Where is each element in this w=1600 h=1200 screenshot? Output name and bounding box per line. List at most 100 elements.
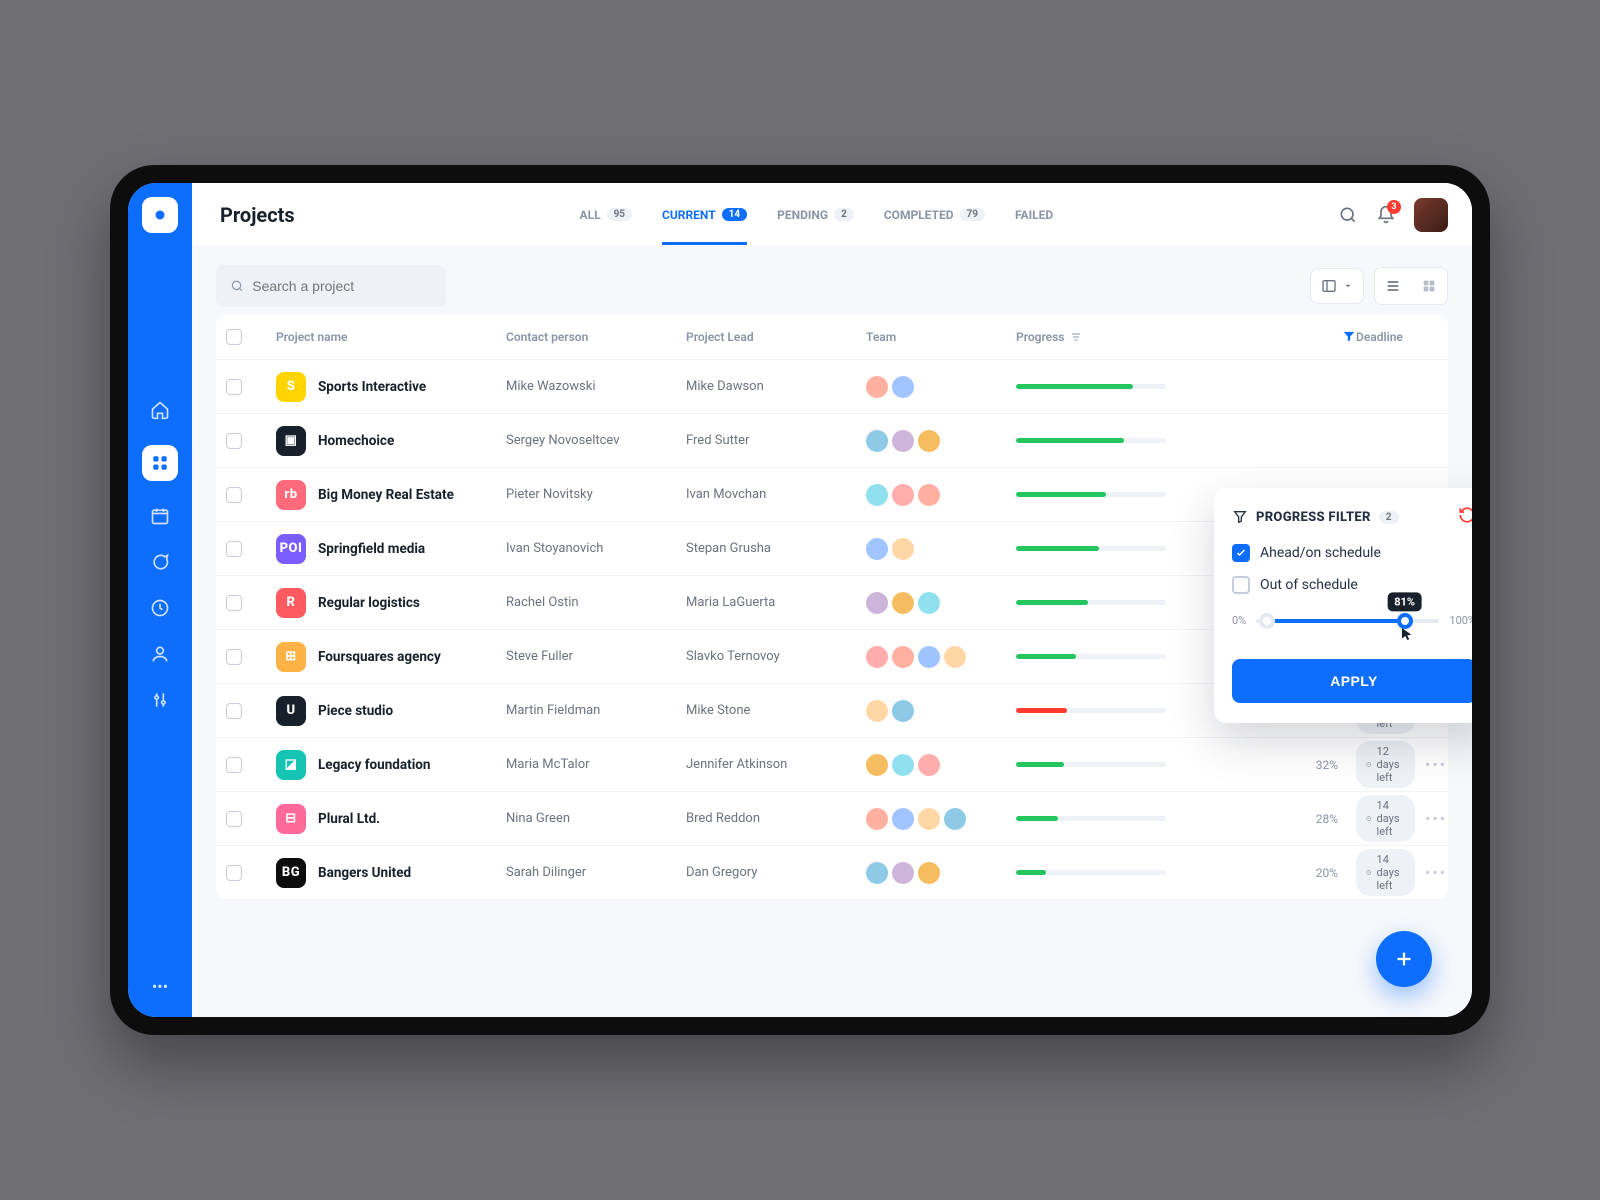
project-name: Springfield media bbox=[318, 541, 425, 557]
deadline-cell: 14 days left ••• bbox=[1356, 849, 1447, 896]
team-avatar bbox=[918, 862, 940, 884]
filter-count-badge: 2 bbox=[1379, 511, 1399, 524]
slider-fill bbox=[1267, 619, 1404, 623]
row-checkbox[interactable] bbox=[226, 487, 242, 503]
progress-cell bbox=[1016, 870, 1236, 875]
tab-all[interactable]: ALL95 bbox=[580, 185, 633, 245]
grid-view-button[interactable] bbox=[1411, 268, 1447, 304]
row-more-icon[interactable]: ••• bbox=[1425, 809, 1447, 828]
columns-icon bbox=[1321, 278, 1337, 294]
project-lead: Bred Reddon bbox=[686, 811, 866, 826]
checkbox-unchecked-icon bbox=[1232, 576, 1250, 594]
row-checkbox[interactable] bbox=[226, 595, 242, 611]
team-avatar bbox=[892, 862, 914, 884]
team-avatars bbox=[866, 862, 1016, 884]
search-input[interactable] bbox=[252, 278, 432, 294]
project-icon: ◪ bbox=[276, 750, 306, 780]
team-avatar bbox=[866, 754, 888, 776]
deadline-chip: 14 days left bbox=[1356, 849, 1415, 896]
team-avatar bbox=[918, 646, 940, 668]
nav-chat-icon[interactable] bbox=[149, 551, 171, 573]
project-icon: rb bbox=[276, 480, 306, 510]
filter-option-ahead[interactable]: Ahead/on schedule bbox=[1232, 544, 1472, 562]
row-more-icon[interactable]: ••• bbox=[1425, 863, 1447, 882]
col-deadline[interactable]: Deadline bbox=[1356, 330, 1438, 344]
table-row[interactable]: SSports InteractiveMike WazowskiMike Daw… bbox=[216, 359, 1448, 413]
team-avatar bbox=[866, 862, 888, 884]
table-row[interactable]: ⊟Plural Ltd.Nina GreenBred Reddon28%14 d… bbox=[216, 791, 1448, 845]
table-row[interactable]: BGBangers UnitedSarah DilingerDan Gregor… bbox=[216, 845, 1448, 899]
nav-time-icon[interactable] bbox=[149, 597, 171, 619]
sidebar: ••• bbox=[128, 183, 192, 1017]
slider-thumb-low[interactable] bbox=[1259, 613, 1275, 629]
add-project-fab[interactable] bbox=[1376, 931, 1432, 987]
col-progress[interactable]: Progress bbox=[1016, 330, 1236, 344]
project-name: Piece studio bbox=[318, 703, 393, 719]
project-name: Plural Ltd. bbox=[318, 811, 380, 827]
tab-pending[interactable]: PENDING2 bbox=[777, 185, 854, 245]
row-checkbox[interactable] bbox=[226, 703, 242, 719]
apply-button[interactable]: APPLY bbox=[1232, 659, 1472, 703]
row-checkbox[interactable] bbox=[226, 649, 242, 665]
search-icon[interactable] bbox=[1338, 205, 1358, 225]
row-checkbox[interactable] bbox=[226, 757, 242, 773]
columns-button[interactable] bbox=[1310, 268, 1364, 304]
reset-filter-button[interactable] bbox=[1458, 506, 1472, 528]
col-team[interactable]: Team bbox=[866, 330, 1016, 344]
team-avatar bbox=[918, 430, 940, 452]
sort-icon bbox=[1070, 331, 1082, 343]
project-lead: Maria LaGuerta bbox=[686, 595, 866, 610]
progress-cell bbox=[1016, 600, 1236, 605]
nav-projects-icon[interactable] bbox=[142, 445, 178, 481]
nav-more-icon[interactable]: ••• bbox=[149, 975, 171, 997]
filter-icon bbox=[1232, 509, 1248, 525]
nav-settings-icon[interactable] bbox=[149, 689, 171, 711]
progress-cell bbox=[1016, 654, 1236, 659]
progress-percent: 28% bbox=[1236, 812, 1356, 826]
project-name: Legacy foundation bbox=[318, 757, 430, 773]
filter-indicator[interactable] bbox=[1342, 329, 1356, 346]
table-row[interactable]: ◪Legacy foundationMaria McTalorJennifer … bbox=[216, 737, 1448, 791]
user-avatar[interactable] bbox=[1414, 198, 1448, 232]
deadline-chip: 12 days left bbox=[1356, 741, 1415, 788]
team-avatar bbox=[892, 808, 914, 830]
select-all-checkbox[interactable] bbox=[226, 329, 242, 345]
slider-max-label: 100% bbox=[1449, 614, 1472, 627]
row-checkbox[interactable] bbox=[226, 541, 242, 557]
team-avatar bbox=[892, 700, 914, 722]
nav-calendar-icon[interactable] bbox=[149, 505, 171, 527]
search-box[interactable] bbox=[216, 265, 446, 307]
nav-user-icon[interactable] bbox=[149, 643, 171, 665]
slider-track[interactable]: 81% bbox=[1256, 619, 1439, 623]
app-logo[interactable] bbox=[142, 197, 178, 233]
team-avatar bbox=[866, 430, 888, 452]
tab-completed[interactable]: COMPLETED79 bbox=[884, 185, 985, 245]
row-checkbox[interactable] bbox=[226, 865, 242, 881]
row-checkbox[interactable] bbox=[226, 379, 242, 395]
tab-failed[interactable]: FAILED bbox=[1015, 185, 1053, 245]
bell-icon[interactable]: 3 bbox=[1376, 205, 1396, 225]
logo-icon bbox=[151, 206, 169, 224]
project-lead: Ivan Movchan bbox=[686, 487, 866, 502]
row-checkbox[interactable] bbox=[226, 433, 242, 449]
project-icon: BG bbox=[276, 858, 306, 888]
col-lead[interactable]: Project Lead bbox=[686, 330, 866, 344]
row-checkbox[interactable] bbox=[226, 811, 242, 827]
team-avatars bbox=[866, 808, 1016, 830]
col-project[interactable]: Project name bbox=[276, 330, 506, 344]
col-contact[interactable]: Contact person bbox=[506, 330, 686, 344]
slider-tooltip: 81% bbox=[1387, 592, 1422, 611]
project-name: Homechoice bbox=[318, 433, 394, 449]
nav-home-icon[interactable] bbox=[149, 399, 171, 421]
filter-option-out[interactable]: Out of schedule bbox=[1232, 576, 1472, 594]
list-view-button[interactable] bbox=[1375, 268, 1411, 304]
deadline-cell: 14 days left••• bbox=[1356, 795, 1447, 842]
project-icon: ⊟ bbox=[276, 804, 306, 834]
checkbox-checked-icon bbox=[1232, 544, 1250, 562]
row-more-icon[interactable]: ••• bbox=[1425, 755, 1447, 774]
search-icon bbox=[230, 278, 244, 294]
progress-cell bbox=[1016, 762, 1236, 767]
table-row[interactable]: ▣HomechoiceSergey NovoseltcevFred Sutter bbox=[216, 413, 1448, 467]
project-name: Foursquares agency bbox=[318, 649, 441, 665]
tab-current[interactable]: CURRENT14 bbox=[662, 185, 747, 245]
